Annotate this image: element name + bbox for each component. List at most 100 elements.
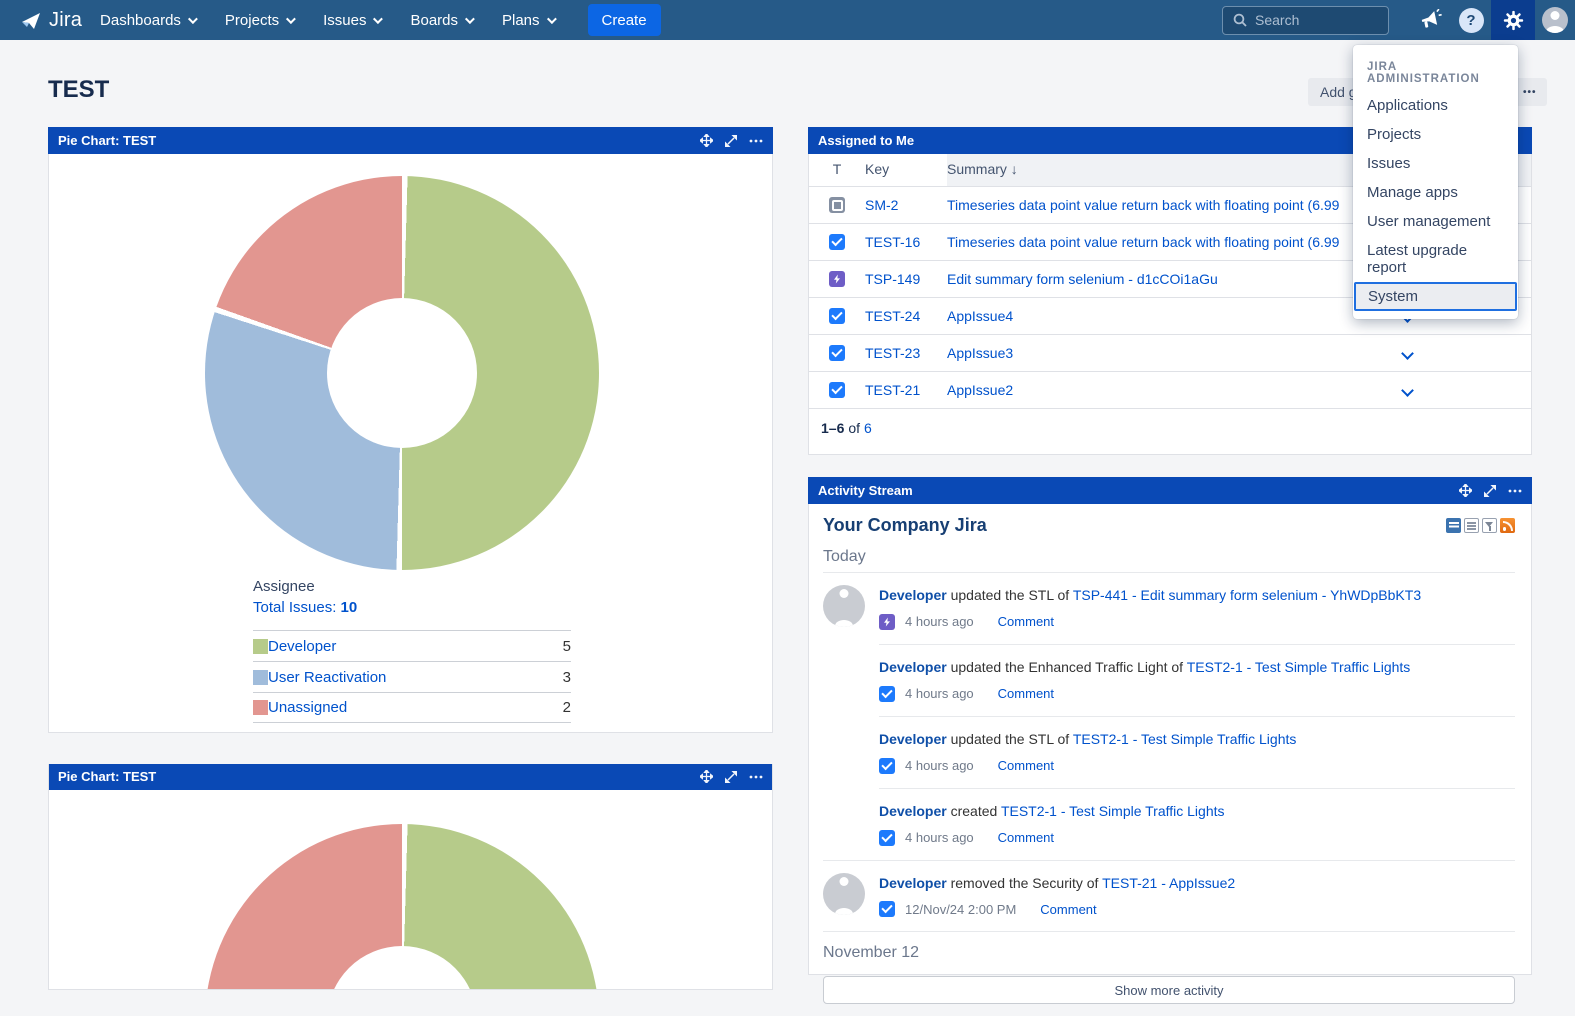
issue-key-link[interactable]: TEST-16 [865,234,920,250]
table-row: TEST-23 AppIssue3 [809,334,1531,371]
legend-row: User Reactivation 3 [253,661,571,692]
donut-chart-2[interactable] [205,824,599,990]
issue-summary-link[interactable]: AppIssue3 [947,345,1013,361]
row-actions-chevron-icon[interactable] [1401,347,1414,360]
chevron-down-icon [465,14,475,24]
jira-logo[interactable]: Jira [0,9,100,32]
menu-item-user-management[interactable]: User management [1353,207,1518,236]
help-button[interactable]: ? [1451,0,1491,40]
nav-plans[interactable]: Plans [502,12,554,29]
day-group-label: November 12 [823,931,1515,976]
issue-summary-link[interactable]: Timeseries data point value return back … [947,197,1339,213]
legend-row: Developer 5 [253,630,571,661]
issue-type-icon [879,614,895,630]
menu-item-system[interactable]: System [1354,282,1517,311]
column-summary[interactable]: Summary ↓ [947,153,1381,186]
menu-item-manage-apps[interactable]: Manage apps [1353,178,1518,207]
issue-type-icon [829,197,845,213]
move-icon[interactable] [700,770,713,783]
activity-action-text: updated the Enhanced Traffic Light of [951,659,1183,675]
activity-issue-link[interactable]: TEST2-1 - Test Simple Traffic Lights [1001,803,1225,819]
issue-type-icon [829,345,845,361]
nav-boards[interactable]: Boards [410,12,472,29]
gadget-header[interactable]: Activity Stream [808,477,1532,504]
legend-row: Unassigned 2 [253,692,571,723]
legend-value: 3 [563,669,571,686]
nav-projects[interactable]: Projects [225,12,293,29]
activity-user-link[interactable]: Developer [879,587,947,603]
user-profile-button[interactable] [1535,0,1575,40]
activity-issue-link[interactable]: TEST2-1 - Test Simple Traffic Lights [1187,659,1411,675]
expand-icon[interactable] [725,135,737,147]
nav-issues[interactable]: Issues [323,12,380,29]
legend-label[interactable]: User Reactivation [268,669,386,686]
comment-link[interactable]: Comment [998,614,1054,629]
search-box[interactable] [1222,6,1389,35]
legend-label[interactable]: Developer [268,638,336,655]
activity-user-link[interactable]: Developer [879,731,947,747]
column-key[interactable]: Key [865,153,947,186]
jira-administration-menu: JIRA ADMINISTRATION Applications Project… [1353,45,1518,319]
column-type[interactable]: T [809,153,865,186]
show-more-activity-button[interactable]: Show more activity [823,976,1515,1004]
activity-user-link[interactable]: Developer [879,875,947,891]
pagination-total-link[interactable]: 6 [864,420,872,436]
activity-stream-gadget: Activity Stream Your Company Jira Today … [808,478,1532,975]
menu-item-issues[interactable]: Issues [1353,149,1518,178]
gadget-header[interactable]: Pie Chart: TEST [48,764,773,790]
donut-chart-assignee[interactable] [205,176,599,570]
comment-link[interactable]: Comment [1040,902,1096,917]
pagination: 1–6 of 6 [809,408,1531,447]
gadget-menu-icon[interactable] [749,139,763,143]
issue-key-link[interactable]: TEST-24 [865,308,920,324]
comment-link[interactable]: Comment [998,686,1054,701]
row-actions-chevron-icon[interactable] [1401,384,1414,397]
activity-user-link[interactable]: Developer [879,803,947,819]
nav-dashboards[interactable]: Dashboards [100,12,195,29]
comment-link[interactable]: Comment [998,758,1054,773]
menu-item-latest-upgrade-report[interactable]: Latest upgrade report [1353,236,1518,282]
activity-user-link[interactable]: Developer [879,659,947,675]
brand-name: Jira [49,9,82,32]
activity-issue-link[interactable]: TEST-21 - AppIssue2 [1102,875,1235,891]
user-avatar [1542,7,1568,33]
expand-icon[interactable] [1484,485,1496,497]
gadget-header[interactable]: Pie Chart: TEST [48,127,773,154]
total-issues-link[interactable]: Total Issues: 10 [253,599,571,616]
activity-action-text: removed the Security of [951,875,1099,891]
issue-summary-link[interactable]: AppIssue2 [947,382,1013,398]
issue-summary-link[interactable]: AppIssue4 [947,308,1013,324]
legend-label[interactable]: Unassigned [268,699,347,716]
list-view-icon[interactable] [1464,518,1479,533]
avatar[interactable] [823,873,865,915]
menu-item-applications[interactable]: Applications [1353,91,1518,120]
admin-settings-button[interactable] [1491,0,1535,40]
expand-icon[interactable] [725,771,737,783]
rss-feed-icon[interactable] [1500,518,1515,533]
jira-logo-icon [20,9,42,31]
activity-issue-link[interactable]: TSP-441 - Edit summary form selenium - Y… [1073,587,1421,603]
search-input[interactable] [1255,12,1365,28]
filter-icon[interactable] [1482,518,1497,533]
issue-summary-link[interactable]: Edit summary form selenium - d1cCOi1aGu [947,271,1218,287]
chevron-down-icon [286,14,296,24]
create-button[interactable]: Create [588,4,661,36]
issue-key-link[interactable]: SM-2 [865,197,898,213]
issue-type-icon [879,758,895,774]
issue-key-link[interactable]: TEST-21 [865,382,920,398]
issue-key-link[interactable]: TSP-149 [865,271,920,287]
comment-link[interactable]: Comment [998,830,1054,845]
full-view-icon[interactable] [1446,518,1461,533]
issue-summary-link[interactable]: Timeseries data point value return back … [947,234,1339,250]
gadget-menu-icon[interactable] [1508,489,1522,493]
gadget-menu-icon[interactable] [749,775,763,779]
avatar[interactable] [823,585,865,627]
move-icon[interactable] [1459,484,1472,497]
announcements-button[interactable] [1411,0,1451,40]
menu-item-projects[interactable]: Projects [1353,120,1518,149]
move-icon[interactable] [700,134,713,147]
activity-entry: Developer removed the Security of TEST-2… [823,860,1515,932]
activity-issue-link[interactable]: TEST2-1 - Test Simple Traffic Lights [1073,731,1297,747]
legend-swatch [253,670,268,685]
issue-key-link[interactable]: TEST-23 [865,345,920,361]
